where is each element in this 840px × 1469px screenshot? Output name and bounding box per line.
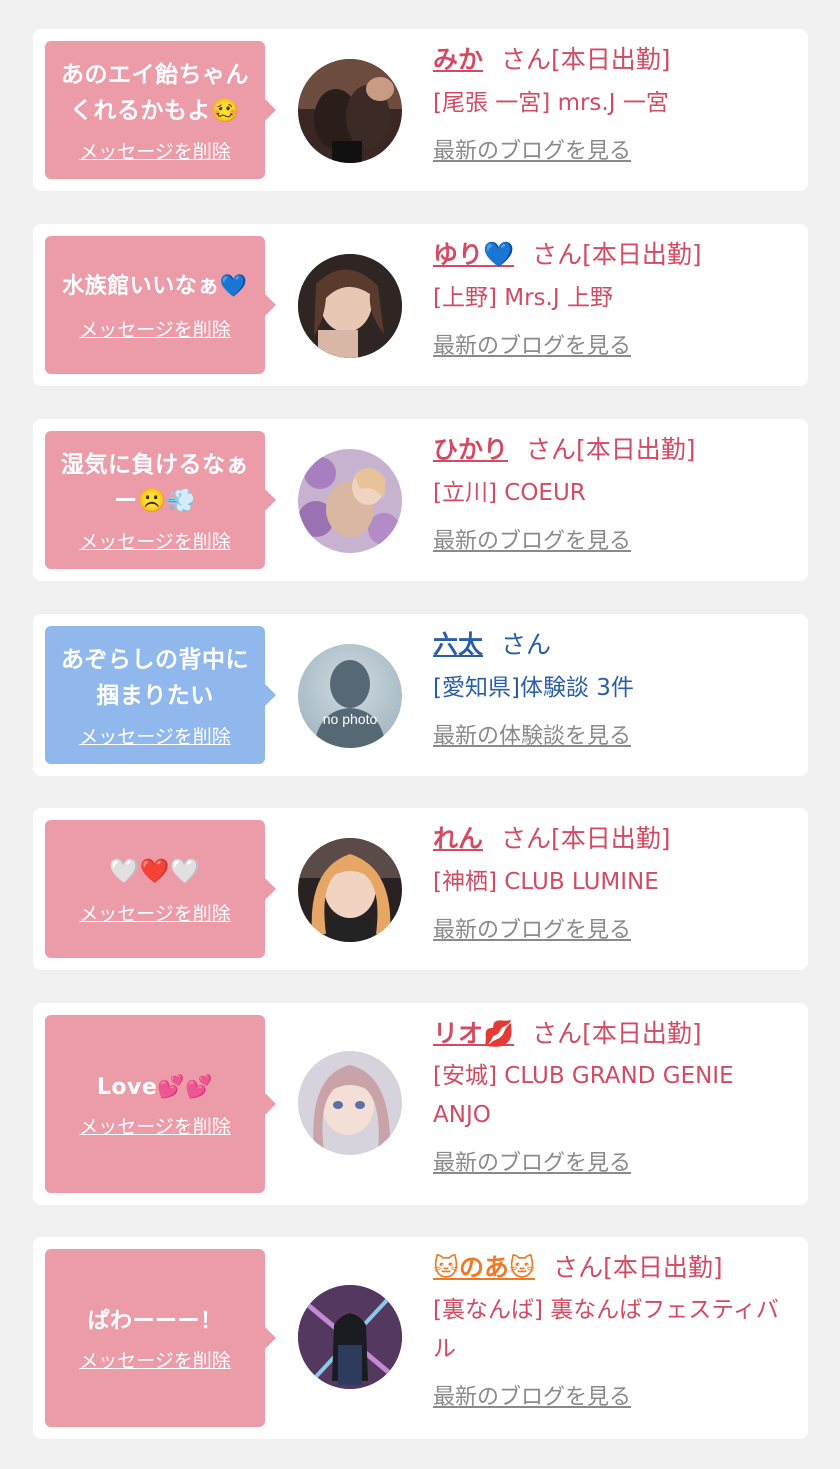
girl-name-link[interactable]: リオ💋	[433, 1019, 514, 1048]
message-text: 🤍❤️🤍	[109, 856, 201, 885]
girl-info: ゆり💙 さん[本日出勤] [上野] Mrs.J 上野 最新のブログを見る	[433, 234, 793, 364]
girl-info: れん さん[本日出勤] [神栖] CLUB LUMINE 最新のブログを見る	[433, 818, 793, 948]
name-suffix: さん[本日出勤]	[532, 1019, 702, 1048]
name-suffix: さん[本日出勤]	[501, 824, 671, 853]
name-line: 🐱のあ🐱 さん[本日出勤]	[433, 1247, 793, 1289]
avatar[interactable]	[298, 59, 402, 163]
blog-link[interactable]: 最新のブログを見る	[433, 525, 793, 559]
message-text: Love💕💕	[96, 1074, 214, 1100]
shop-info: [神栖] CLUB LUMINE	[433, 869, 659, 895]
review-link[interactable]: 最新の体験談を見る	[433, 720, 793, 754]
name-suffix: さん[本日出勤]	[501, 45, 671, 74]
avatar[interactable]: no photo	[298, 644, 402, 748]
message-card: 🤍❤️🤍 メッセージを削除 れん さん[本日出勤] [神栖] CLUB LUMIN…	[33, 808, 808, 970]
girl-name-link[interactable]: ひかり	[433, 435, 508, 464]
message-card: ぱわーーー！ メッセージを削除 🐱のあ🐱 さん[本日出勤] [裏なんば] 裏なんば…	[33, 1237, 808, 1439]
delete-message-link[interactable]: メッセージを削除	[79, 899, 231, 926]
name-line: 六太 さん	[433, 624, 793, 666]
name-suffix: さん	[501, 630, 552, 659]
name-line: ひかり さん[本日出勤]	[433, 429, 793, 471]
review-count: [愛知県]体験談 3件	[433, 675, 634, 701]
avatar[interactable]	[298, 449, 402, 553]
name-suffix: さん[本日出勤]	[532, 240, 702, 269]
no-photo-label: no photo	[323, 711, 378, 727]
shop-info: [上野] Mrs.J 上野	[433, 285, 613, 311]
message-bubble: 🤍❤️🤍 メッセージを削除	[45, 820, 276, 958]
reviewer-name-link[interactable]: 六太	[433, 630, 483, 659]
reviewer-info: 六太 さん [愛知県]体験談 3件 最新の体験談を見る	[433, 624, 793, 754]
message-bubble: あぞらしの背中に掴まりたい メッセージを削除	[45, 626, 276, 764]
delete-message-link[interactable]: メッセージを削除	[79, 1112, 231, 1139]
blog-link[interactable]: 最新のブログを見る	[433, 1381, 793, 1415]
name-line: ゆり💙 さん[本日出勤]	[433, 234, 793, 276]
delete-message-link[interactable]: メッセージを削除	[79, 315, 231, 342]
name-line: みか さん[本日出勤]	[433, 39, 793, 81]
message-text: 水族館いいなぁ💙	[62, 273, 248, 299]
message-card: あぞらしの背中に掴まりたい メッセージを削除 no photo 六太 さん [愛…	[33, 614, 808, 776]
shop-info: [尾張 一宮] mrs.J 一宮	[433, 90, 669, 116]
shop-info: [安城] CLUB GRAND GENIE ANJO	[433, 1063, 734, 1128]
girl-info: リオ💋 さん[本日出勤] [安城] CLUB GRAND GENIE ANJO 最…	[433, 1013, 793, 1181]
girl-name-link[interactable]: 🐱のあ🐱	[433, 1253, 535, 1282]
message-text: ぱわーーー！	[87, 1308, 223, 1334]
name-line: れん さん[本日出勤]	[433, 818, 793, 860]
avatar[interactable]	[298, 254, 402, 358]
avatar[interactable]	[298, 1051, 402, 1155]
shop-info: [裏なんば] 裏なんばフェスティバル	[433, 1297, 779, 1362]
name-suffix: さん[本日出勤]	[526, 435, 696, 464]
message-list: あのエイ飴ちゃんくれるかもよ🥴 メッセージを削除 みか さん[本日出勤] [尾張 …	[0, 0, 840, 1469]
delete-message-link[interactable]: メッセージを削除	[79, 722, 231, 749]
avatar[interactable]	[298, 838, 402, 942]
message-card: 湿気に負けるなぁー☹️💨 メッセージを削除 ひかり さん[本日出勤] [立川] C…	[33, 419, 808, 581]
message-bubble: 水族館いいなぁ💙 メッセージを削除	[45, 236, 276, 374]
shop-info: [立川] COEUR	[433, 480, 586, 506]
message-text: あのエイ飴ちゃんくれるかもよ🥴	[61, 61, 249, 124]
name-suffix: さん[本日出勤]	[553, 1253, 723, 1282]
girl-name-link[interactable]: みか	[433, 45, 483, 74]
message-bubble: 湿気に負けるなぁー☹️💨 メッセージを削除	[45, 431, 276, 569]
message-card: 水族館いいなぁ💙 メッセージを削除 ゆり💙 さん[本日出勤] [上野] Mrs.J…	[33, 224, 808, 386]
girl-info: 🐱のあ🐱 さん[本日出勤] [裏なんば] 裏なんばフェスティバル 最新のブログを見…	[433, 1247, 793, 1415]
name-line: リオ💋 さん[本日出勤]	[433, 1013, 793, 1055]
message-text: あぞらしの背中に掴まりたい	[61, 646, 249, 709]
girl-name-link[interactable]: れん	[433, 824, 483, 853]
message-text: 湿気に負けるなぁー☹️💨	[61, 451, 249, 514]
girl-name-link[interactable]: ゆり💙	[433, 240, 514, 269]
delete-message-link[interactable]: メッセージを削除	[79, 527, 231, 554]
girl-info: ひかり さん[本日出勤] [立川] COEUR 最新のブログを見る	[433, 429, 793, 559]
message-card: あのエイ飴ちゃんくれるかもよ🥴 メッセージを削除 みか さん[本日出勤] [尾張 …	[33, 29, 808, 191]
blog-link[interactable]: 最新のブログを見る	[433, 1147, 793, 1181]
delete-message-link[interactable]: メッセージを削除	[79, 1346, 231, 1373]
blog-link[interactable]: 最新のブログを見る	[433, 135, 793, 169]
blog-link[interactable]: 最新のブログを見る	[433, 330, 793, 364]
avatar[interactable]	[298, 1285, 402, 1389]
message-bubble: あのエイ飴ちゃんくれるかもよ🥴 メッセージを削除	[45, 41, 276, 179]
delete-message-link[interactable]: メッセージを削除	[79, 137, 231, 164]
message-bubble: ぱわーーー！ メッセージを削除	[45, 1249, 276, 1427]
blog-link[interactable]: 最新のブログを見る	[433, 914, 793, 948]
girl-info: みか さん[本日出勤] [尾張 一宮] mrs.J 一宮 最新のブログを見る	[433, 39, 793, 169]
message-bubble: Love💕💕 メッセージを削除	[45, 1015, 276, 1193]
message-card: Love💕💕 メッセージを削除 リオ💋 さん[本日出勤] [安城] CLUB GR…	[33, 1003, 808, 1205]
